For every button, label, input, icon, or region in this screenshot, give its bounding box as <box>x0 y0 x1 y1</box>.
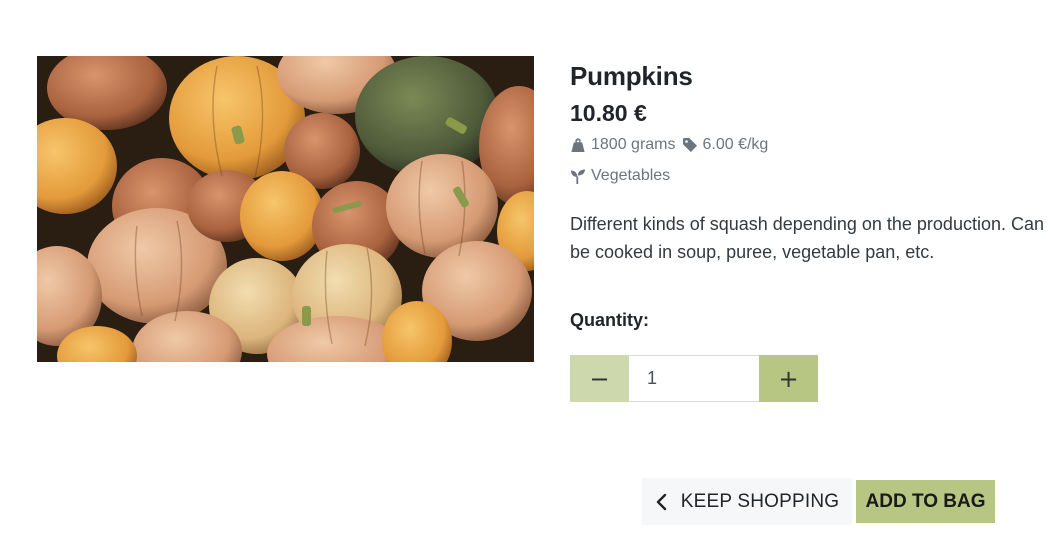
keep-shopping-label: KEEP SHOPPING <box>680 490 840 512</box>
add-to-bag-button[interactable]: ADD TO BAG <box>856 480 995 523</box>
product-price: 10.80 € <box>570 100 647 126</box>
increase-quantity-button[interactable]: + <box>759 355 818 402</box>
product-category: Vegetables <box>591 167 671 184</box>
product-meta-weight-price: 1800 grams 6.00 €/kg <box>570 135 1050 155</box>
quantity-stepper: − + <box>570 355 818 402</box>
tag-icon <box>682 137 698 153</box>
product-meta-category: Vegetables <box>570 166 1050 186</box>
product-image <box>37 56 534 362</box>
product-weight: 1800 grams <box>591 136 676 153</box>
quantity-label: Quantity: <box>570 310 649 330</box>
product-title: Pumpkins <box>570 61 693 91</box>
seedling-icon <box>570 168 586 184</box>
chevron-left-icon <box>655 493 669 511</box>
keep-shopping-button[interactable]: KEEP SHOPPING <box>642 478 852 525</box>
product-info: Pumpkins 10.80 € 1800 grams 6.00 €/kg Ve… <box>570 60 1050 266</box>
product-unit-price: 6.00 €/kg <box>702 136 769 153</box>
weight-icon <box>570 137 586 153</box>
product-description: Different kinds of squash depending on t… <box>570 214 1044 262</box>
decrease-quantity-button[interactable]: − <box>570 355 629 402</box>
pumpkins-photo <box>37 56 534 362</box>
quantity-input[interactable] <box>629 355 759 402</box>
